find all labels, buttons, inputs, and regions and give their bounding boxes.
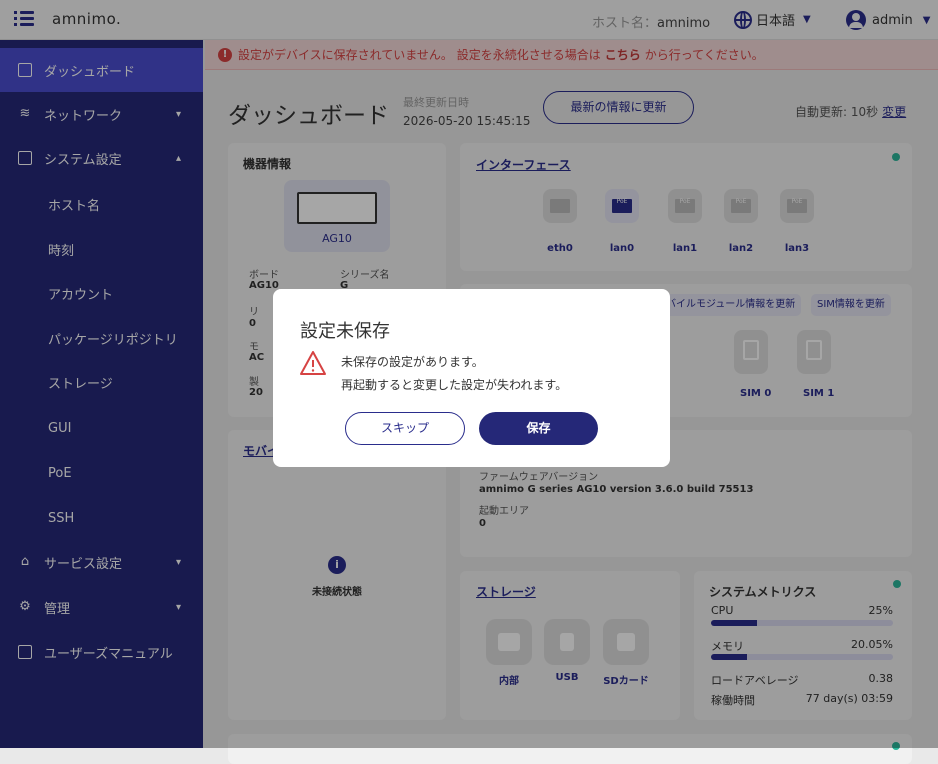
dialog-title: 設定未保存 [300,321,390,342]
skip-button[interactable]: スキップ [345,412,465,445]
unsaved-settings-dialog: 設定未保存 未保存の設定があります。 再起動すると変更した設定が失われます。 ス… [273,289,670,467]
dialog-message-line2: 再起動すると変更した設定が失われます。 [341,378,568,392]
save-button[interactable]: 保存 [479,412,598,445]
dialog-message-line1: 未保存の設定があります。 [341,355,484,369]
warning-icon [300,351,326,375]
